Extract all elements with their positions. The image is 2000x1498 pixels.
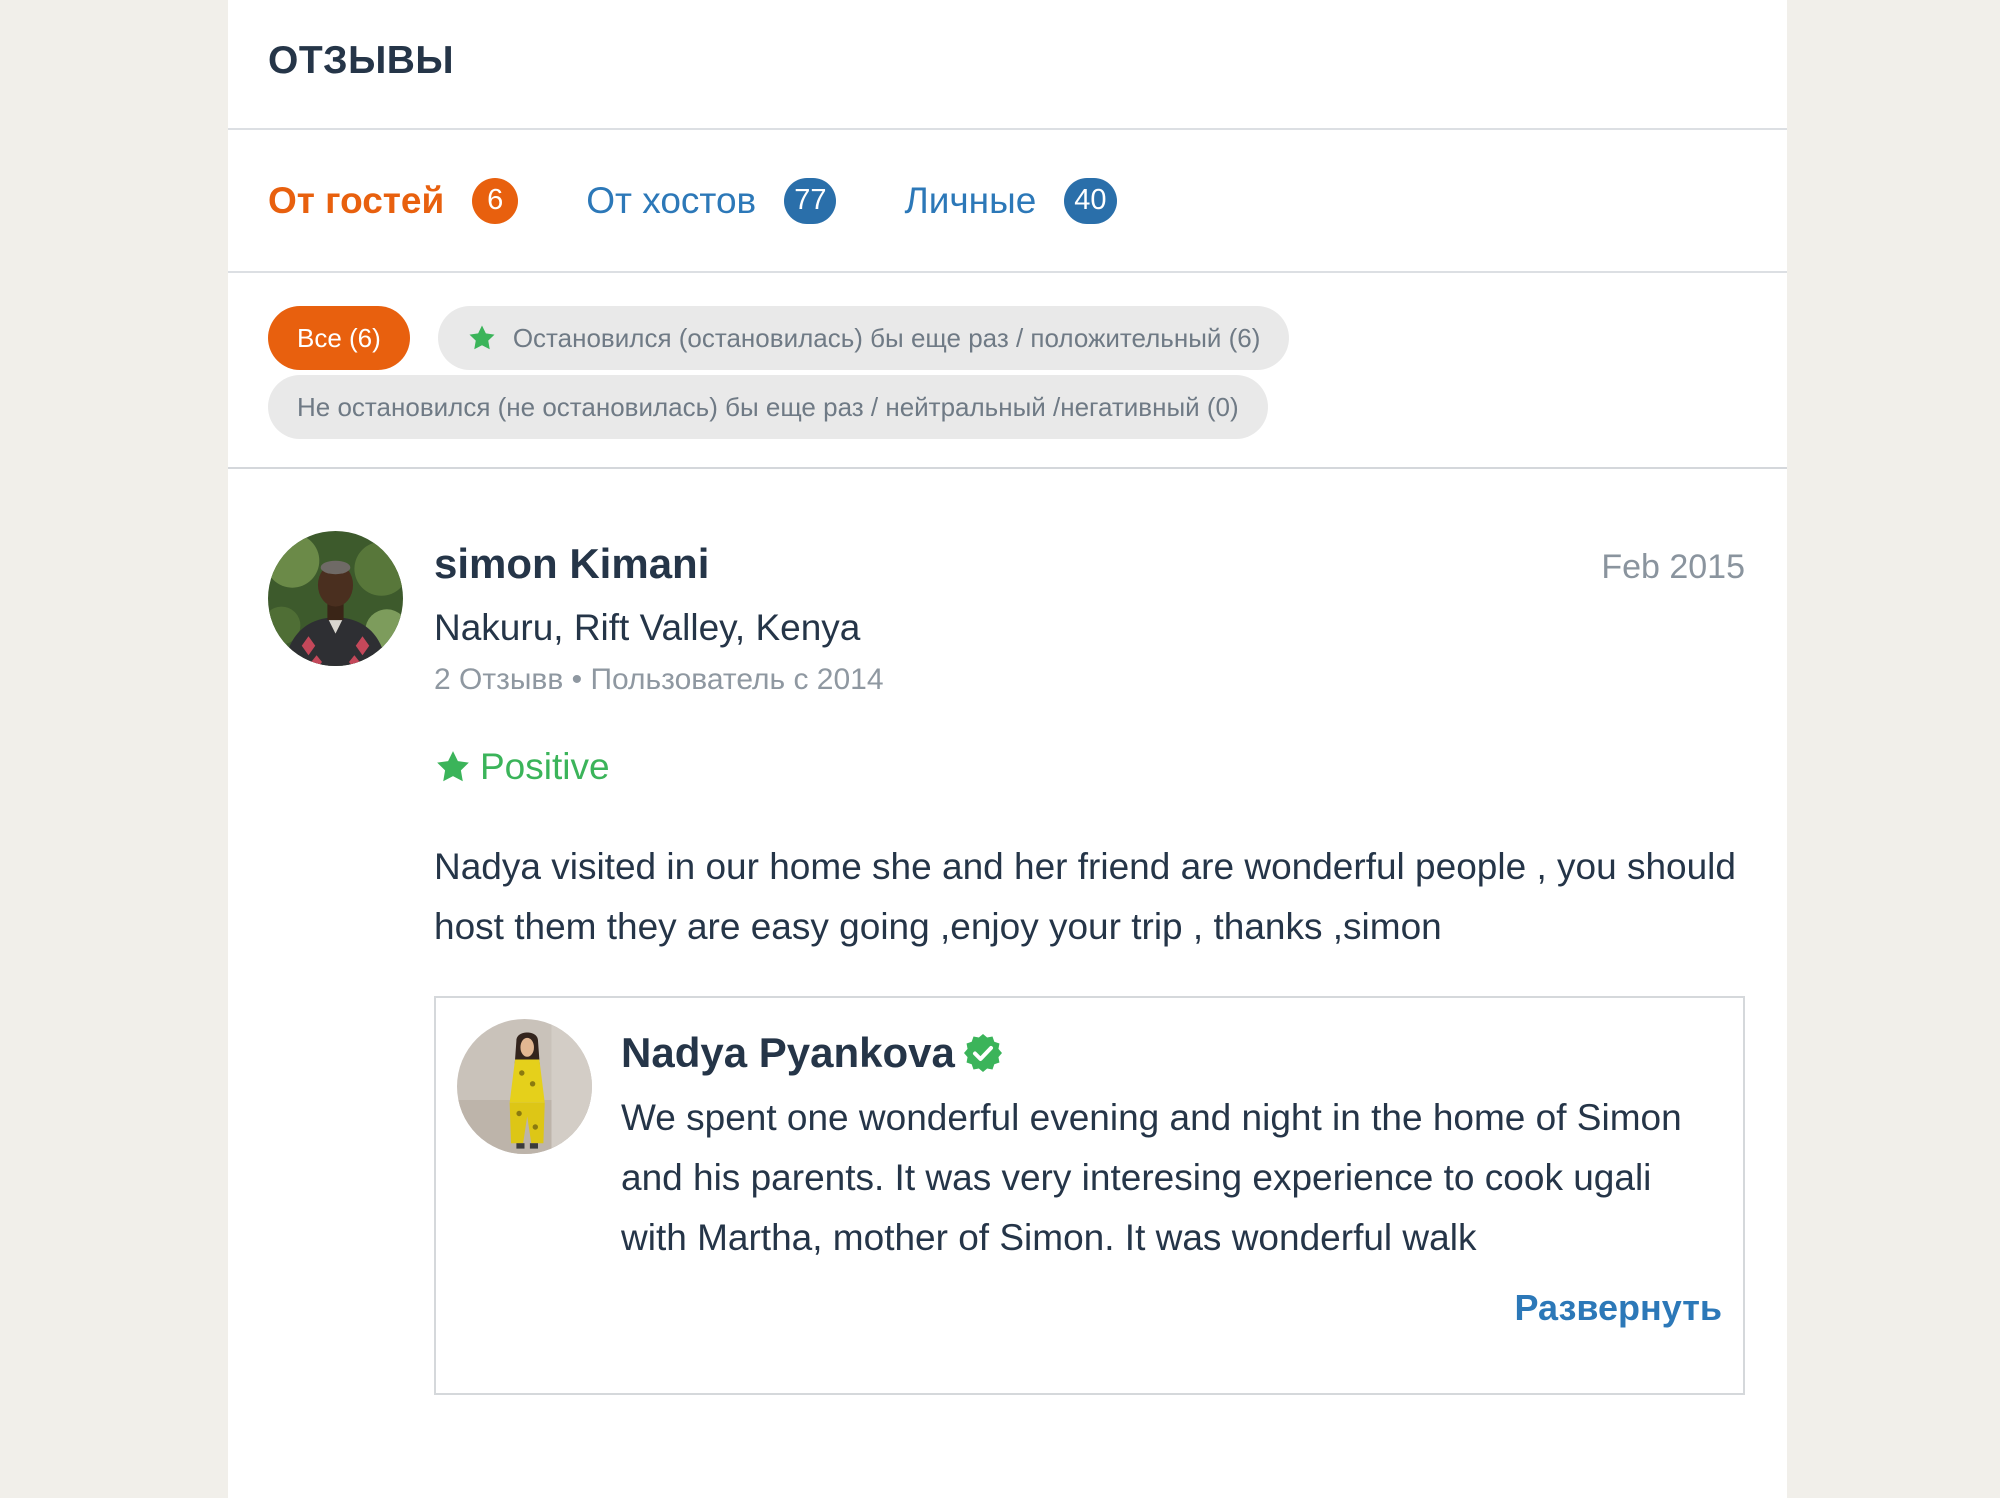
expand-link[interactable]: Развернуть — [1514, 1287, 1722, 1328]
filter-neutral-negative[interactable]: Не остановился (не остановилась) бы еще … — [268, 375, 1268, 439]
verified-badge-icon — [963, 1033, 1003, 1073]
filter-label: Все (6) — [297, 322, 381, 353]
tab-label: Личные — [904, 179, 1037, 221]
reply-body: Nadya Pyankova We spent one wonderful ev… — [621, 1019, 1722, 1393]
tab-label: От гостей — [268, 179, 445, 221]
count-badge: 6 — [472, 177, 519, 224]
avatar[interactable] — [268, 531, 403, 666]
filter-label: Не остановился (не остановилась) бы еще … — [297, 391, 1239, 422]
review-reply: Nadya Pyankova We spent one wonderful ev… — [434, 996, 1745, 1395]
expand-row: Развернуть — [621, 1283, 1722, 1333]
reviews-panel: ОТЗЫВЫ От гостей 6 От хостов 77 Личные 4… — [228, 0, 1787, 1498]
review-filters: Все (6) Остановился (остановилась) бы ещ… — [228, 273, 1787, 469]
star-icon — [467, 323, 497, 353]
review-tabs: От гостей 6 От хостов 77 Личные 40 — [228, 130, 1787, 273]
tab-label: От хостов — [586, 179, 757, 221]
count-badge: 40 — [1064, 177, 1117, 224]
review-text: Nadya visited in our home she and her fr… — [434, 846, 1736, 947]
review-content: simon Kimani Feb 2015 Nakuru, Rift Valle… — [434, 531, 1745, 1395]
review-header: simon Kimani Feb 2015 — [434, 539, 1745, 589]
author-meta: 2 Отзывв • Пользователь с 2014 — [434, 663, 884, 696]
filter-positive[interactable]: Остановился (остановилась) бы еще раз / … — [437, 306, 1290, 370]
reply-header: Nadya Pyankova — [621, 1027, 1722, 1079]
review-item: simon Kimani Feb 2015 Nakuru, Rift Valle… — [228, 469, 1787, 1395]
tab-personal[interactable]: Личные 40 — [904, 177, 1117, 224]
reply-author[interactable]: Nadya Pyankova — [621, 1029, 955, 1077]
star-icon — [434, 748, 472, 786]
review-author[interactable]: simon Kimani — [434, 539, 709, 589]
reply-text: We spent one wonderful evening and night… — [621, 1097, 1682, 1258]
review-rating: Positive — [434, 742, 1745, 792]
count-badge: 77 — [784, 177, 837, 224]
tab-from-guests[interactable]: От гостей 6 — [268, 177, 519, 224]
author-location: Nakuru, Rift Valley, Kenya — [434, 607, 861, 648]
avatar[interactable] — [457, 1019, 592, 1154]
rating-label: Positive — [480, 746, 610, 787]
review-date: Feb 2015 — [1601, 548, 1745, 586]
reviews-header: ОТЗЫВЫ — [228, 0, 1787, 130]
filter-label: Остановился (остановилась) бы еще раз / … — [512, 322, 1261, 353]
page-title: ОТЗЫВЫ — [268, 39, 455, 82]
filter-all[interactable]: Все (6) — [268, 306, 410, 370]
tab-from-hosts[interactable]: От хостов 77 — [586, 177, 837, 224]
